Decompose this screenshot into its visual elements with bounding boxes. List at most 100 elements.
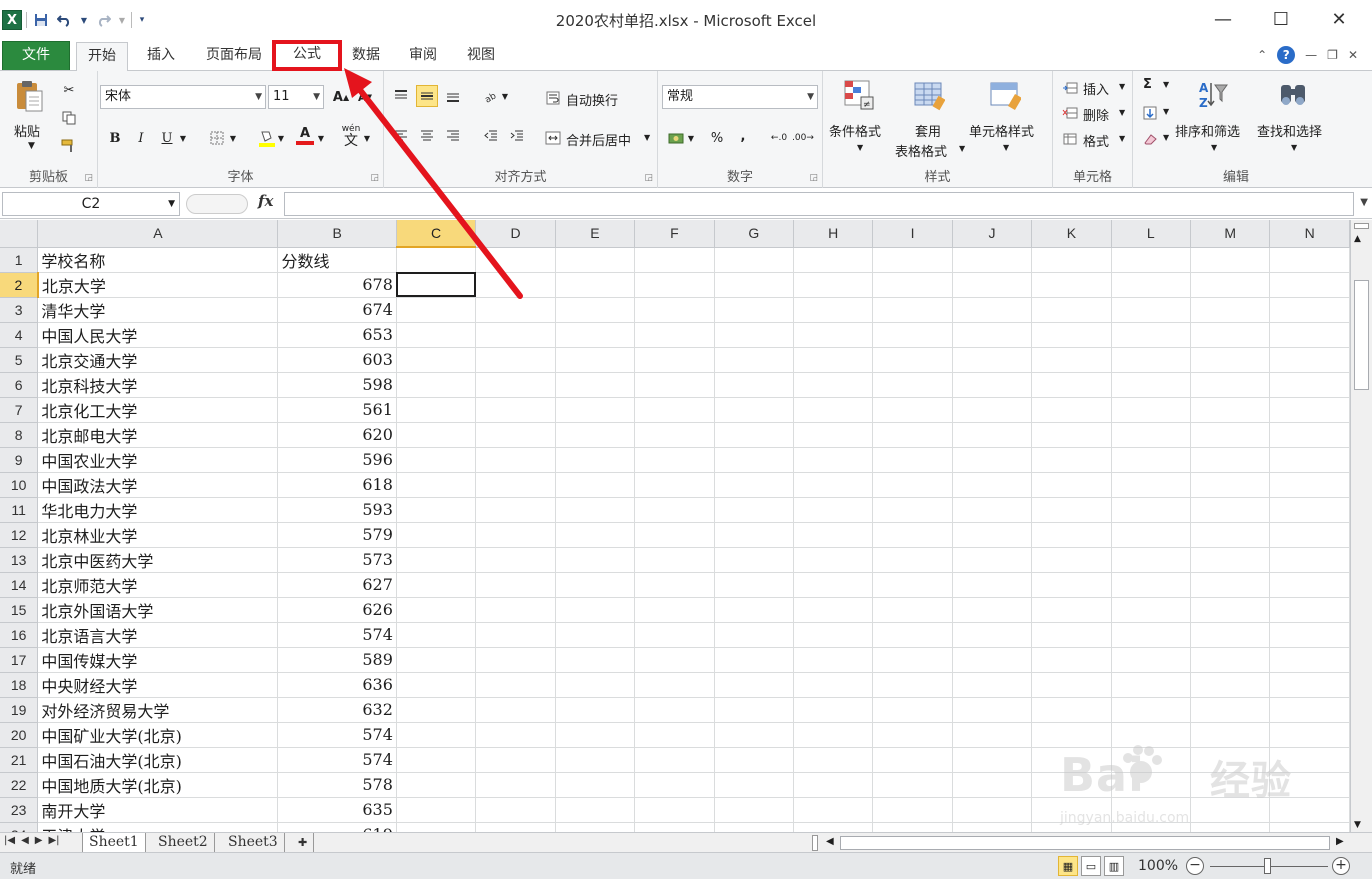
sheet-tab-3[interactable]: Sheet3: [222, 833, 285, 853]
chevron-down-icon[interactable]: ▼: [168, 193, 175, 215]
minimize-ribbon-icon[interactable]: ⌃: [1257, 48, 1267, 62]
cell-empty[interactable]: [555, 547, 636, 573]
cell-empty[interactable]: [396, 797, 477, 823]
cell-empty[interactable]: [1269, 272, 1350, 298]
row-header[interactable]: 22: [0, 772, 39, 798]
cell-empty[interactable]: [1190, 522, 1271, 548]
fill-dropdown-icon[interactable]: ▼: [1163, 107, 1169, 116]
cell-empty[interactable]: [1269, 422, 1350, 448]
cell-empty[interactable]: [1111, 322, 1192, 348]
cell-score[interactable]: 574: [277, 722, 397, 748]
cell-score[interactable]: 618: [277, 472, 397, 498]
cell-empty[interactable]: [1190, 697, 1271, 723]
column-header-g[interactable]: G: [714, 220, 795, 248]
copy-icon[interactable]: [58, 107, 80, 129]
cell-empty[interactable]: [475, 322, 556, 348]
cell-empty[interactable]: [872, 447, 953, 473]
cell-empty[interactable]: [396, 622, 477, 648]
cell-empty[interactable]: [793, 272, 874, 298]
cell-empty[interactable]: [555, 797, 636, 823]
cell-empty[interactable]: [1269, 322, 1350, 348]
cell-empty[interactable]: [396, 347, 477, 373]
font-launcher-icon[interactable]: ◲: [370, 173, 379, 183]
column-header-c[interactable]: C: [396, 220, 477, 248]
column-header-n[interactable]: N: [1269, 220, 1350, 248]
cell-empty[interactable]: [952, 697, 1033, 723]
cell-empty[interactable]: [952, 547, 1033, 573]
cell-empty[interactable]: [1269, 247, 1350, 273]
cell-empty[interactable]: [793, 447, 874, 473]
cell-empty[interactable]: [1111, 572, 1192, 598]
cell-empty[interactable]: [952, 347, 1033, 373]
align-bottom-icon[interactable]: [442, 85, 464, 107]
cell-empty[interactable]: [1269, 597, 1350, 623]
cell-empty[interactable]: [793, 572, 874, 598]
cell-empty[interactable]: [475, 297, 556, 323]
cell-empty[interactable]: [555, 522, 636, 548]
row-header[interactable]: 13: [0, 547, 39, 573]
cell-empty[interactable]: [793, 647, 874, 673]
page-layout-view-icon[interactable]: ▭: [1081, 856, 1101, 876]
cell-empty[interactable]: [475, 447, 556, 473]
cell-score[interactable]: 578: [277, 772, 397, 798]
cell-empty[interactable]: [634, 347, 715, 373]
cell-empty[interactable]: [634, 572, 715, 598]
cell-empty[interactable]: [952, 747, 1033, 773]
cell-empty[interactable]: [396, 672, 477, 698]
orientation-dropdown-icon[interactable]: ▼: [500, 85, 510, 107]
autosum-dropdown-icon[interactable]: ▼: [1163, 80, 1169, 89]
cell-empty[interactable]: [952, 397, 1033, 423]
cell-empty[interactable]: [396, 397, 477, 423]
cell-empty[interactable]: [634, 297, 715, 323]
cell-empty[interactable]: [555, 322, 636, 348]
cell-empty[interactable]: [396, 447, 477, 473]
cell-empty[interactable]: [1269, 472, 1350, 498]
cell-empty[interactable]: [793, 797, 874, 823]
format-as-table-dropdown-icon[interactable]: ▼: [959, 144, 965, 153]
cell-empty[interactable]: [475, 272, 556, 298]
underline-button[interactable]: U: [156, 127, 178, 149]
cell-empty[interactable]: [475, 822, 556, 832]
cell-empty[interactable]: [952, 647, 1033, 673]
cell-empty[interactable]: [1190, 472, 1271, 498]
cell-empty[interactable]: [872, 322, 953, 348]
row-header[interactable]: 12: [0, 522, 39, 548]
zoom-out-button[interactable]: −: [1186, 857, 1204, 875]
vertical-scroll-thumb[interactable]: [1354, 280, 1369, 390]
cell-empty[interactable]: [793, 297, 874, 323]
cell-empty[interactable]: [714, 597, 795, 623]
cell-empty[interactable]: [714, 772, 795, 798]
bold-button[interactable]: B: [104, 127, 126, 149]
cell-empty[interactable]: [555, 397, 636, 423]
cell-empty[interactable]: [634, 547, 715, 573]
cell-empty[interactable]: [793, 547, 874, 573]
cell-empty[interactable]: [714, 572, 795, 598]
cut-icon[interactable]: ✂: [58, 79, 80, 101]
cell-empty[interactable]: [396, 547, 477, 573]
cell-empty[interactable]: [952, 597, 1033, 623]
cell-empty[interactable]: [396, 372, 477, 398]
row-header[interactable]: 1: [0, 247, 39, 273]
cell-empty[interactable]: [1031, 422, 1112, 448]
cell-empty[interactable]: [952, 297, 1033, 323]
conditional-formatting-dropdown-icon[interactable]: ▼: [857, 143, 863, 152]
column-header-h[interactable]: H: [793, 220, 874, 248]
undo-icon[interactable]: [55, 10, 75, 30]
cell-empty[interactable]: [1269, 697, 1350, 723]
paste-dropdown-icon[interactable]: ▼: [28, 141, 35, 151]
cell-empty[interactable]: [952, 447, 1033, 473]
cell-empty[interactable]: [475, 647, 556, 673]
orientation-icon[interactable]: ab: [480, 85, 502, 107]
cell-empty[interactable]: [714, 822, 795, 832]
cell-empty[interactable]: [475, 797, 556, 823]
cell-empty[interactable]: [793, 522, 874, 548]
cell-empty[interactable]: [952, 472, 1033, 498]
split-box-icon[interactable]: [1354, 223, 1369, 229]
cell-empty[interactable]: [555, 597, 636, 623]
cell-empty[interactable]: [714, 697, 795, 723]
cell-empty[interactable]: [396, 722, 477, 748]
cell-score[interactable]: 579: [277, 522, 397, 548]
tab-file[interactable]: 文件: [2, 41, 70, 70]
cell-empty[interactable]: [1031, 597, 1112, 623]
cell-empty[interactable]: [714, 447, 795, 473]
